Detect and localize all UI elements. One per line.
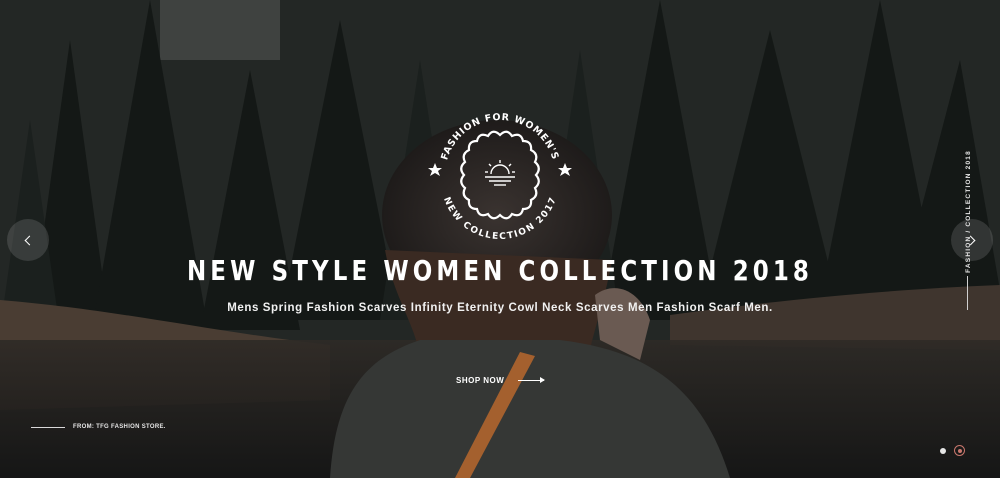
side-collection-text: FASHION / COLLECTION 2018: [964, 149, 972, 273]
chevron-left-icon: [24, 235, 35, 245]
star-right-icon: [558, 163, 572, 176]
slide-dot-2-active[interactable]: [954, 445, 965, 456]
shop-now-label: SHOP NOW: [456, 375, 505, 385]
hero-slider: FASHION FOR WOMEN'S NEW COLLECTION 2017 …: [0, 0, 1000, 478]
prev-slide-button[interactable]: [7, 219, 49, 261]
sunset-icon: [485, 160, 515, 186]
store-credit-text: FROM: TFG FASHION STORE.: [73, 424, 166, 430]
badge-bottom-text: NEW COLLECTION 2017: [441, 196, 557, 242]
side-divider: [967, 276, 968, 310]
store-credit: FROM: TFG FASHION STORE.: [31, 424, 166, 430]
hero-headline: NEW STYLE WOMEN COLLECTION 2018: [186, 254, 814, 287]
side-collection-label: FASHION / COLLECTION 2018: [962, 146, 974, 276]
svg-text:NEW COLLECTION 2017: NEW COLLECTION 2017: [441, 196, 558, 242]
shop-now-button[interactable]: SHOP NOW: [456, 372, 546, 388]
arrow-right-icon: [518, 376, 546, 383]
badge-scalloped-ring: [460, 130, 540, 220]
star-left-icon: [428, 163, 442, 176]
hero-subtitle: Mens Spring Fashion Scarves Infinity Ete…: [227, 302, 773, 314]
badge-top-text: FASHION FOR WOMEN'S: [439, 112, 560, 162]
store-credit-divider: [31, 426, 65, 428]
slider-pagination: [940, 445, 965, 456]
collection-badge: FASHION FOR WOMEN'S NEW COLLECTION 2017: [428, 112, 572, 242]
svg-text:FASHION FOR WOMEN'S: FASHION FOR WOMEN'S: [439, 112, 560, 162]
slide-dot-1[interactable]: [940, 447, 946, 454]
